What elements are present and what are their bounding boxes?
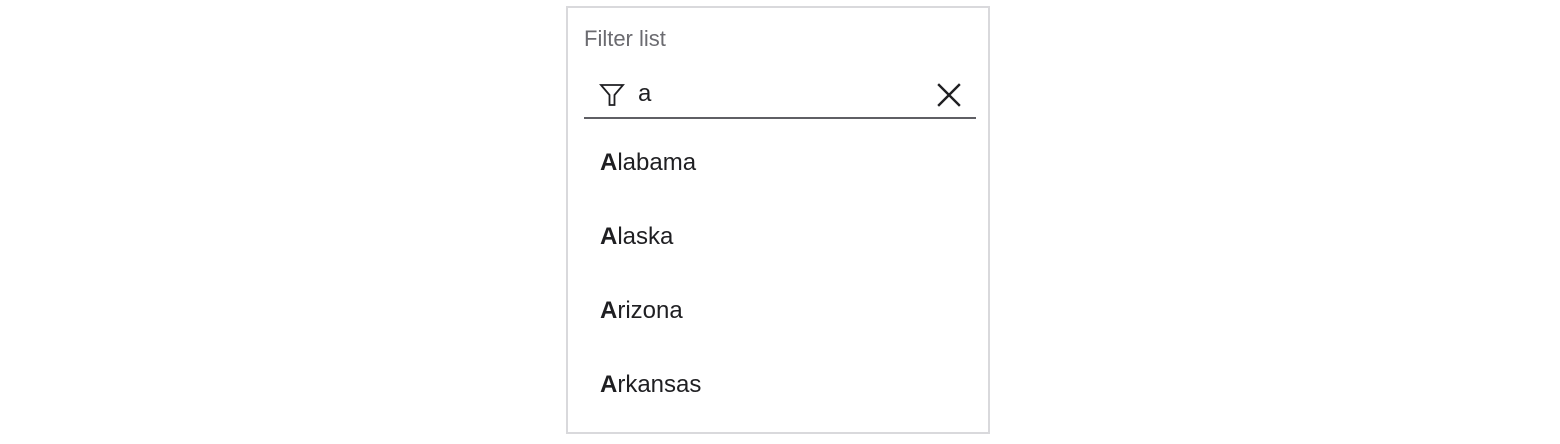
list-item-rest: rizona	[617, 297, 683, 324]
filter-search-input[interactable]	[638, 78, 928, 110]
list-item[interactable]: Arkansas	[568, 348, 988, 422]
list-item-match: A	[600, 149, 618, 176]
list-item-match: A	[600, 223, 618, 250]
list-item-rest: labama	[617, 149, 697, 176]
panel-title: Filter list	[584, 26, 666, 51]
list-item[interactable]: Alaska	[568, 200, 988, 274]
list-item[interactable]: Arizona	[568, 274, 988, 348]
list-item-rest: rkansas	[617, 371, 702, 398]
list-item-match: A	[600, 371, 618, 398]
list-item[interactable]: Alabama	[568, 126, 988, 200]
filter-search-row	[584, 72, 976, 119]
filter-icon	[599, 82, 625, 108]
filter-list-panel: Filter list Alabama Alaska Arizona Arkan…	[566, 6, 990, 434]
close-icon[interactable]	[936, 82, 962, 108]
list-item-rest: laska	[617, 223, 674, 250]
list-item-match: A	[600, 297, 618, 324]
results-list: Alabama Alaska Arizona Arkansas	[568, 126, 988, 422]
